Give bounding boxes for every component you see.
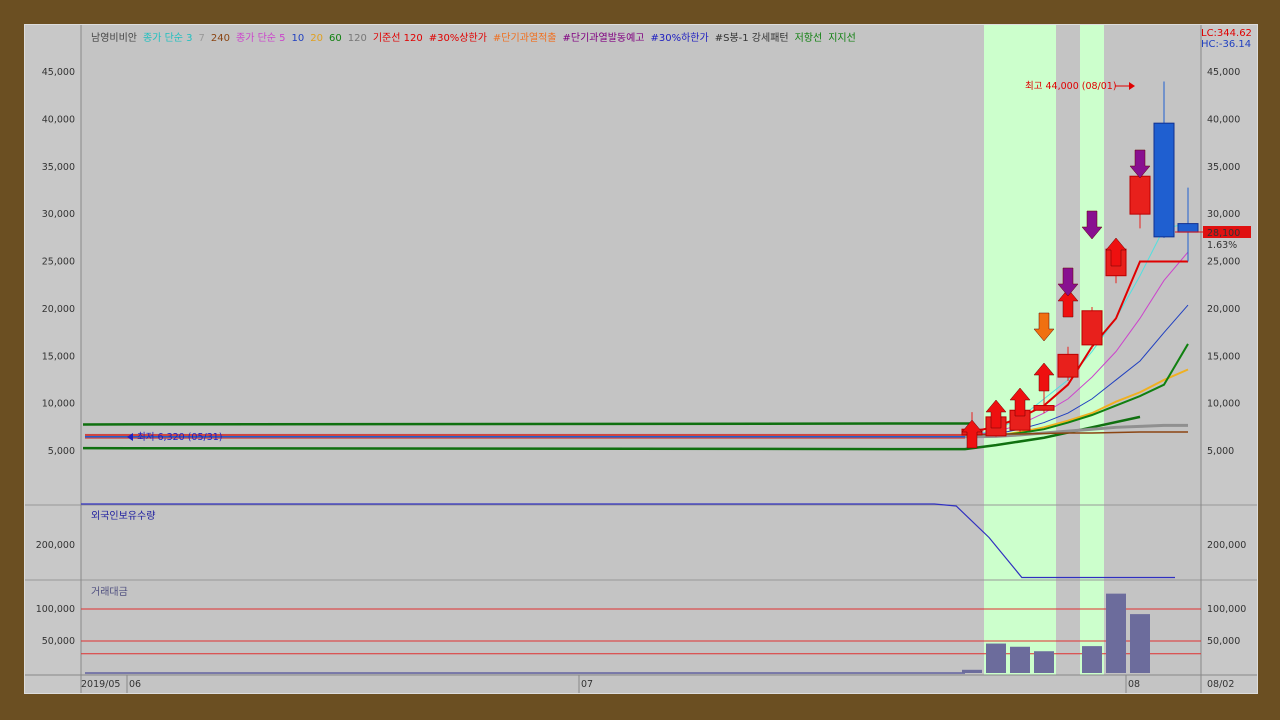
volume-bar <box>986 643 1006 673</box>
legend-item[interactable]: #30%상한가 <box>429 33 487 44</box>
low-annotation: 최저 6,320 (05/31) <box>137 432 223 443</box>
candle-body <box>1033 405 1055 411</box>
flat-volume-bars <box>85 672 965 675</box>
y-tick-label-left: 20,000 <box>42 304 75 315</box>
foreign-holding-label: 외국인보유수량 <box>91 511 156 522</box>
legend-item[interactable]: 20 <box>310 33 323 44</box>
y-tick-label-left: 45,000 <box>42 67 75 78</box>
hc-readout: HC:-36.14 <box>1201 39 1252 50</box>
y-tick-label-right: 10,000 <box>1207 399 1240 410</box>
legend-item[interactable]: 7 <box>199 33 205 44</box>
candle-body <box>1057 353 1079 378</box>
foreign-y-tick-left: 200,000 <box>36 540 75 551</box>
volume-bar <box>1082 646 1102 673</box>
legend-item[interactable]: 저항선 <box>795 33 823 44</box>
y-tick-label-left: 35,000 <box>42 162 75 173</box>
x-tick-label: 08/02 <box>1207 679 1234 690</box>
legend-item[interactable]: 10 <box>292 33 305 44</box>
y-tick-label-left: 15,000 <box>42 351 75 362</box>
foreign-y-tick-right: 200,000 <box>1207 540 1246 551</box>
y-tick-label-left: 40,000 <box>42 114 75 125</box>
legend-item[interactable]: #단기과열발동예고 <box>563 33 645 44</box>
value-y-tick-left: 100,000 <box>36 604 75 615</box>
y-tick-label-left: 5,000 <box>48 446 75 457</box>
y-tick-label-left: 30,000 <box>42 209 75 220</box>
legend-item[interactable]: 남영비비안 <box>91 33 137 44</box>
value-y-tick-right: 100,000 <box>1207 604 1246 615</box>
y-tick-label-right: 25,000 <box>1207 257 1240 268</box>
candle-body <box>1177 223 1199 233</box>
volume-bar <box>1130 614 1150 673</box>
trading-value-label: 거래대금 <box>91 587 128 598</box>
legend-item[interactable]: 240 <box>211 33 230 44</box>
legend-item[interactable]: #S봉-1 강세패턴 <box>715 33 789 44</box>
current-price-label: 28,100 <box>1207 228 1240 239</box>
y-tick-label-left: 25,000 <box>42 257 75 268</box>
chart-window: 5,000 5,000 10,000 10,000 15,000 15,000 20,000… <box>24 24 1258 694</box>
volume-bar <box>962 669 982 673</box>
y-tick-label-left: 10,000 <box>42 399 75 410</box>
legend-item[interactable]: 종가 단순 5 <box>236 33 286 44</box>
x-tick-label: 07 <box>581 679 593 690</box>
lc-readout: LC:344.62 <box>1201 28 1252 39</box>
legend-item[interactable]: 120 <box>348 33 367 44</box>
volume-bar <box>1034 651 1054 673</box>
legend-item[interactable]: 60 <box>329 33 342 44</box>
legend-item[interactable]: #단기과열적출 <box>493 33 557 44</box>
x-tick-label: 06 <box>129 679 141 690</box>
volume-bar <box>1106 593 1126 673</box>
resistance-line <box>82 422 972 426</box>
y-tick-label-right: 5,000 <box>1207 446 1234 457</box>
legend-item[interactable]: 지지선 <box>828 33 856 44</box>
current-change-label: 1.63% <box>1207 240 1237 251</box>
value-y-tick-left: 50,000 <box>42 636 75 647</box>
y-tick-label-right: 20,000 <box>1207 304 1240 315</box>
x-tick-label: 2019/05 <box>81 679 120 690</box>
legend-item[interactable]: #30%하한가 <box>651 33 709 44</box>
volume-bar <box>1010 646 1030 673</box>
x-tick-label: 08 <box>1128 679 1140 690</box>
y-tick-label-right: 35,000 <box>1207 162 1240 173</box>
value-y-tick-right: 50,000 <box>1207 636 1240 647</box>
candle-body <box>1081 310 1103 346</box>
y-tick-label-right: 45,000 <box>1207 67 1240 78</box>
high-annotation: 최고 44,000 (08/01) <box>1025 81 1117 92</box>
y-tick-label-right: 30,000 <box>1207 209 1240 220</box>
legend-item[interactable]: 기준선 120 <box>373 33 423 44</box>
chart-canvas[interactable]: 5,000 5,000 10,000 10,000 15,000 15,000 20,000… <box>25 25 1257 693</box>
candle-body <box>1129 175 1151 215</box>
y-tick-label-right: 40,000 <box>1207 114 1240 125</box>
price-legend: 남영비비안 종가 단순 3 7 240 종가 단순 5 10 20 60 120 기준선 120 #… <box>91 29 862 44</box>
legend-item[interactable]: 종가 단순 3 <box>143 33 193 44</box>
candle-body <box>1153 122 1175 238</box>
y-tick-label-right: 15,000 <box>1207 351 1240 362</box>
